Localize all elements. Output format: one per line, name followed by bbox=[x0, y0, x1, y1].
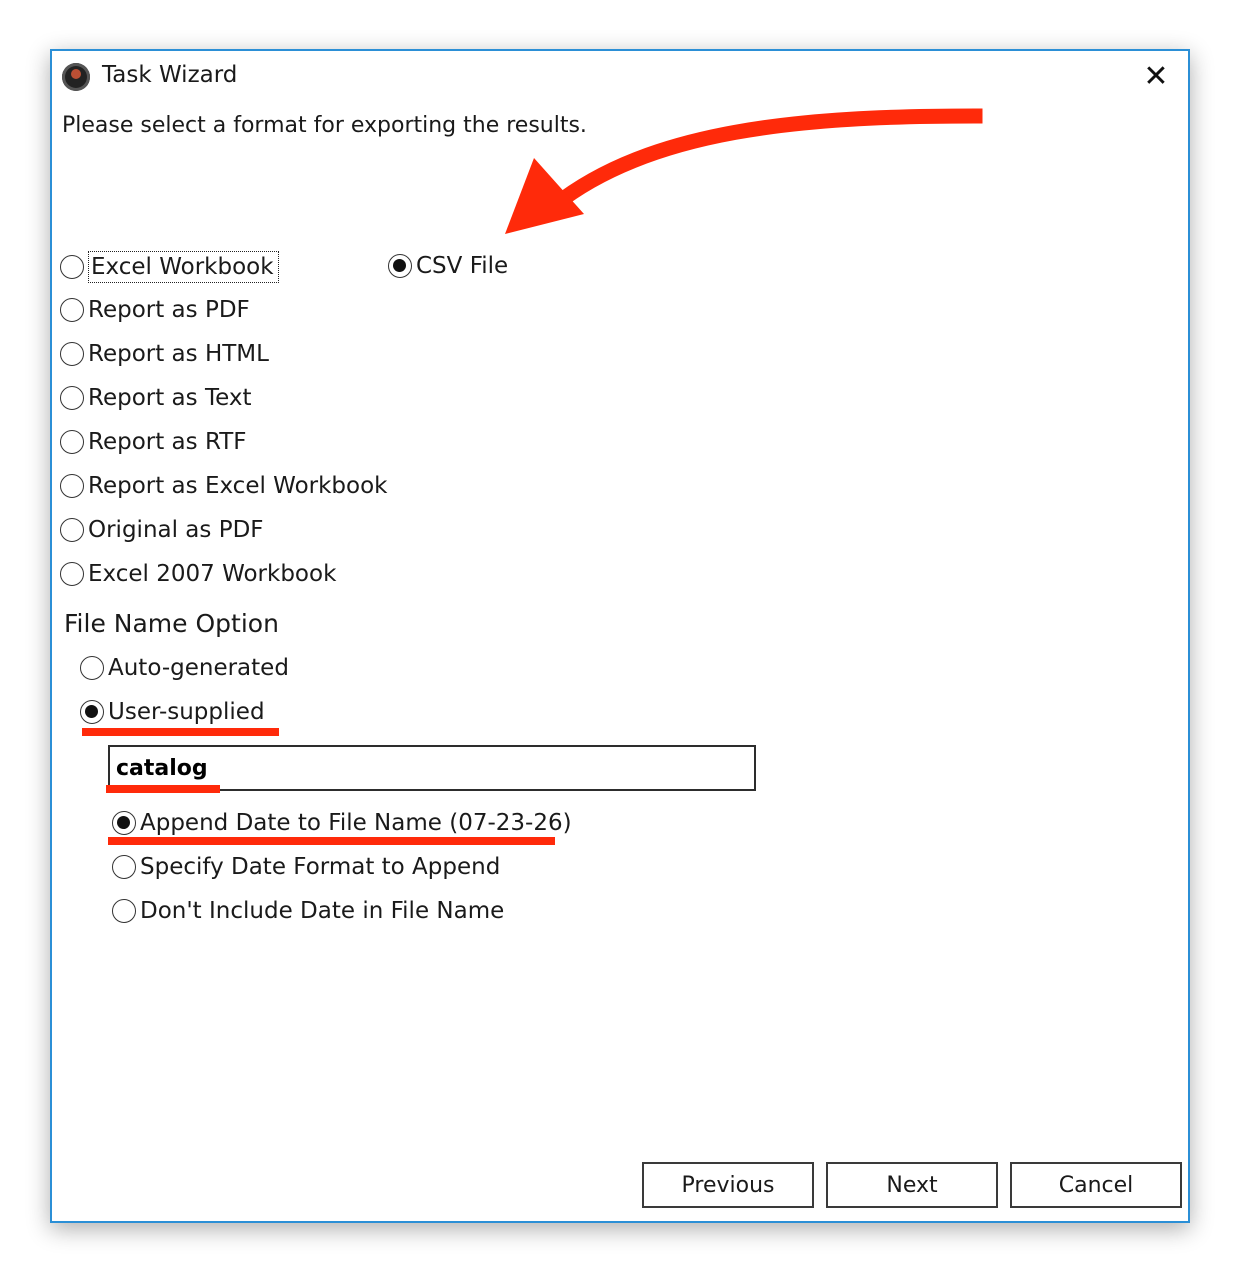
arrow-shaft bbox=[544, 108, 983, 216]
red-arrow-annotation bbox=[505, 108, 983, 234]
